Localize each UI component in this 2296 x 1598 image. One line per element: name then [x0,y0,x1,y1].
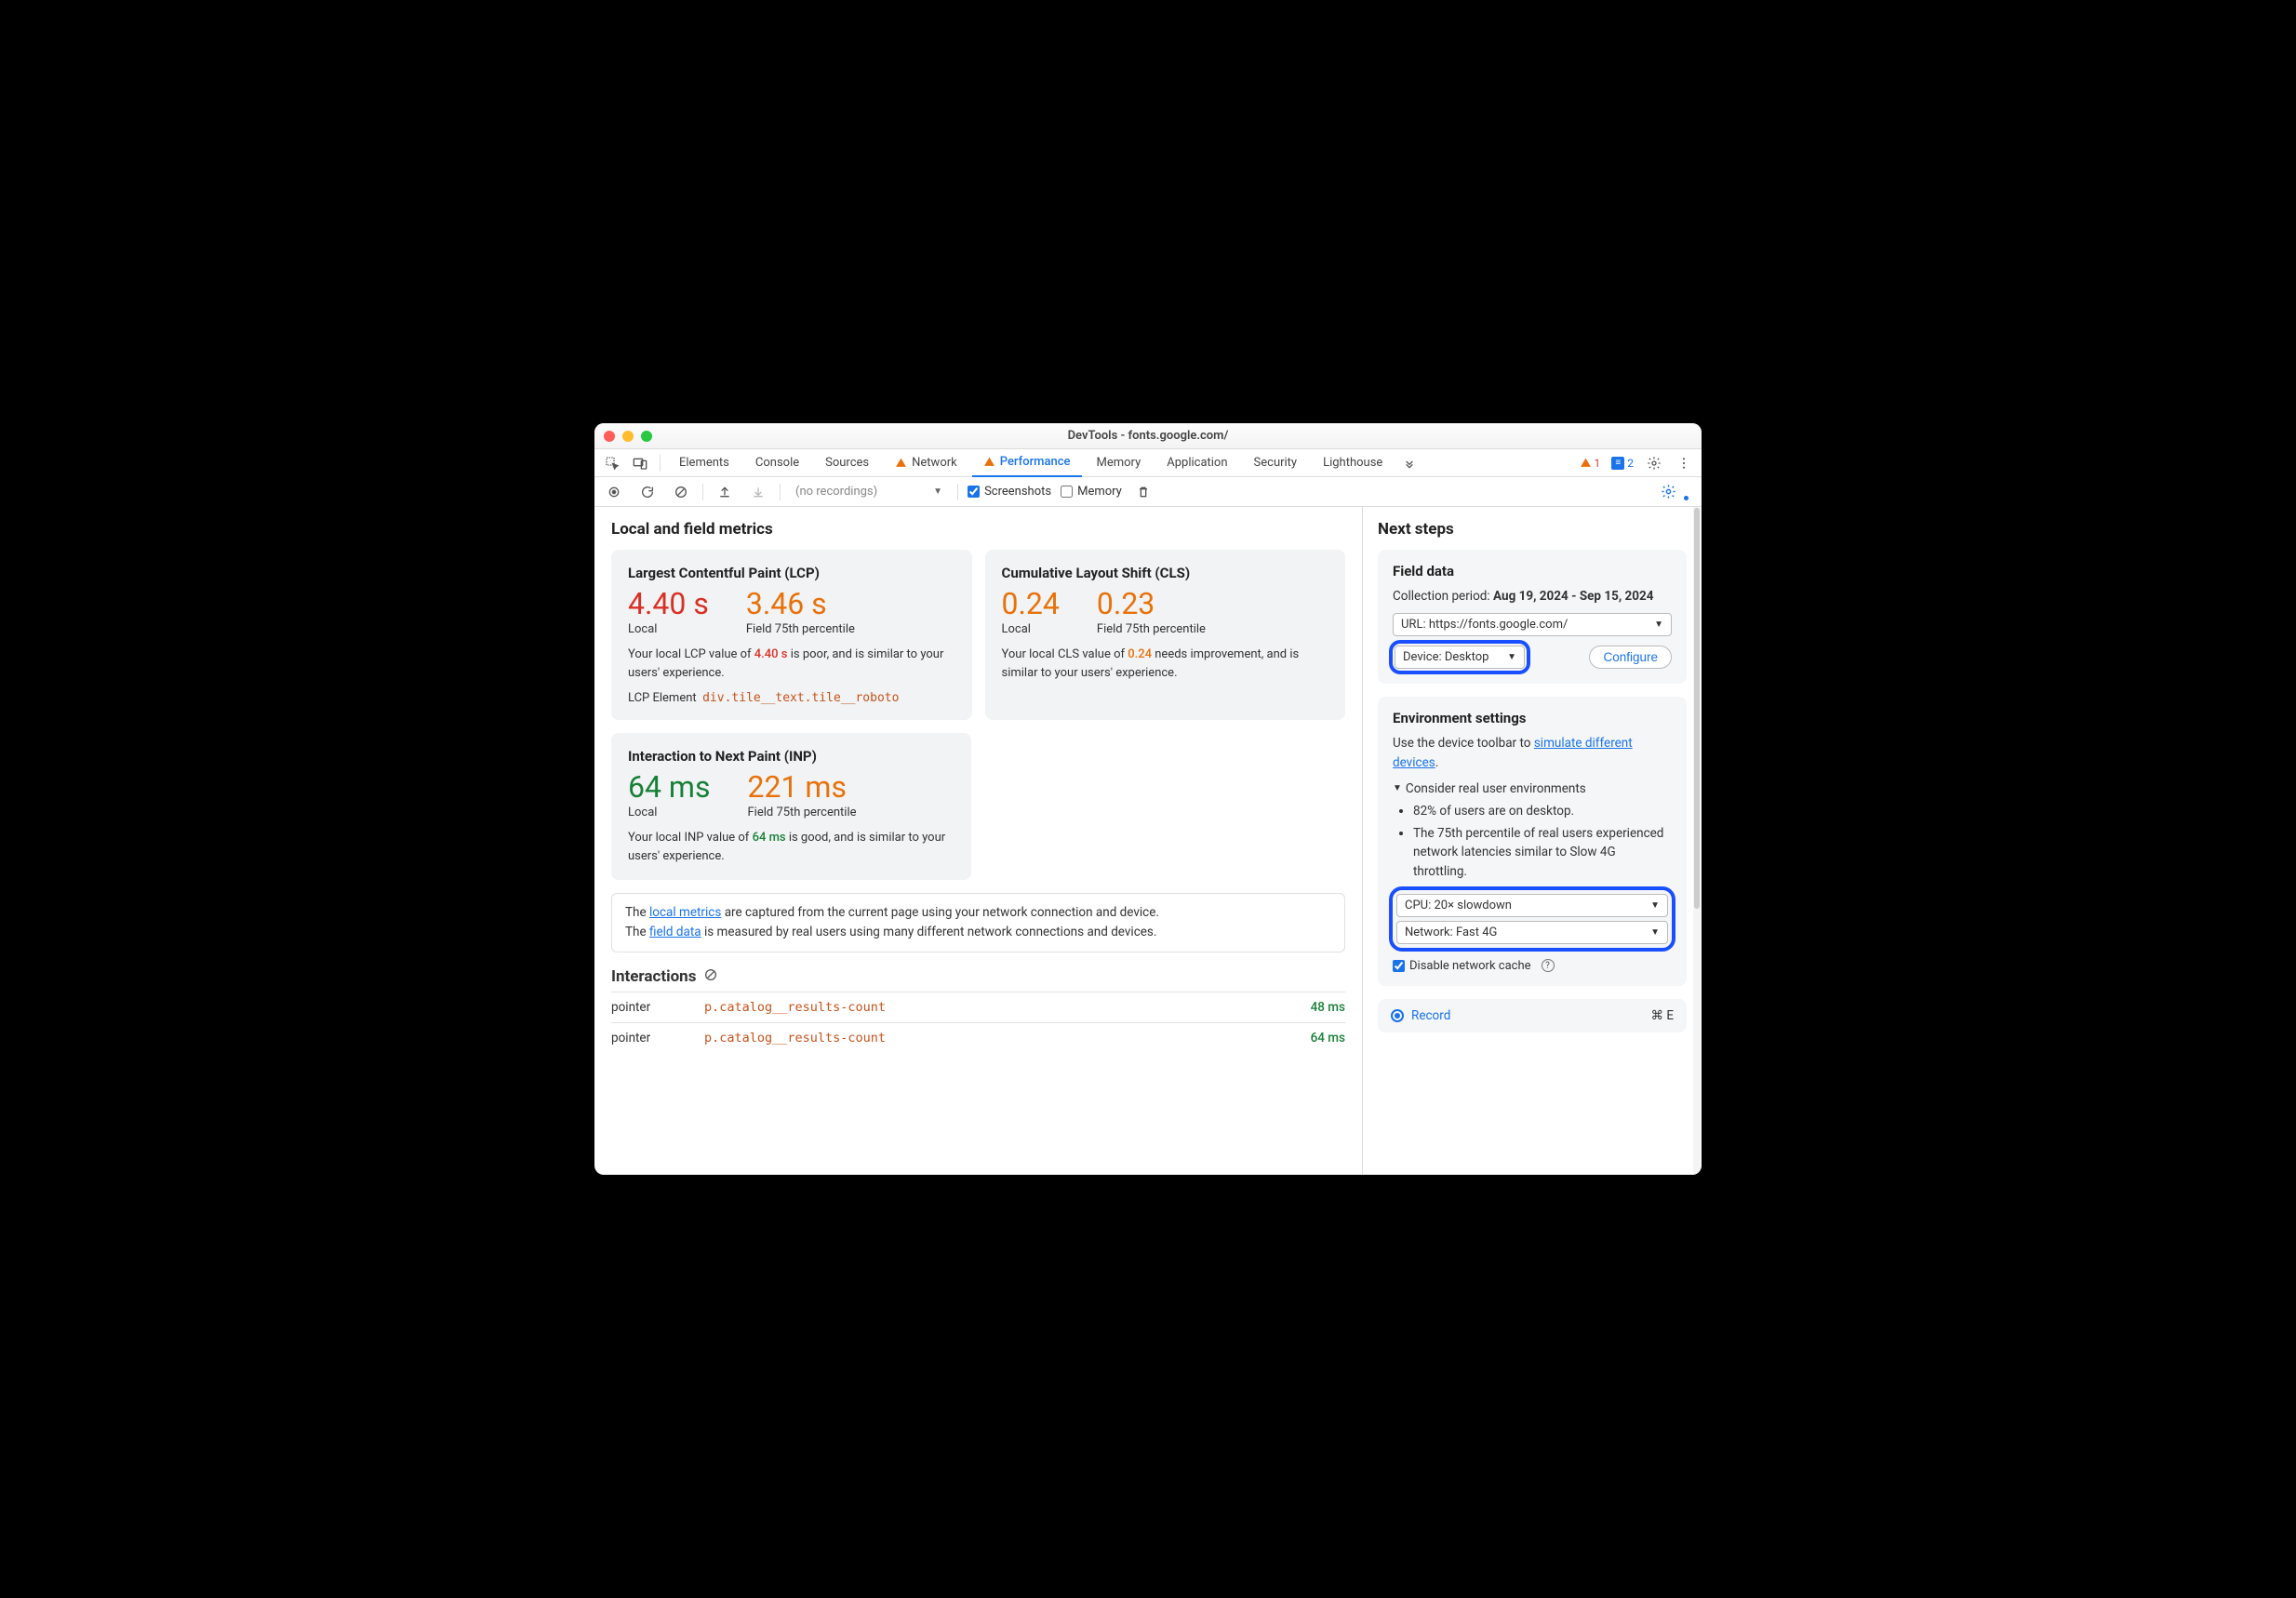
lcp-card: Largest Contentful Paint (LCP) 4.40 s Lo… [611,550,972,720]
interaction-row[interactable]: pointer p.catalog__results-count 48 ms [611,992,1345,1022]
tab-elements[interactable]: Elements [668,449,741,477]
cls-card: Cumulative Layout Shift (CLS) 0.24 Local… [985,550,1346,720]
lcp-title: Largest Contentful Paint (LCP) [628,565,955,581]
panel-tabs: Elements Console Sources Network Perform… [594,449,1702,477]
metrics-note: The local metrics are captured from the … [611,893,1345,952]
highlight-device-dropdown: Device: Desktop ▼ [1393,644,1527,671]
download-icon[interactable] [746,481,770,503]
record-button[interactable]: Record [1411,1008,1450,1023]
screenshots-checkbox[interactable]: Screenshots [968,485,1051,499]
record-icon [1391,1009,1404,1022]
field-data-card: Field data Collection period: Aug 19, 20… [1378,550,1687,684]
chevron-down-icon: ▼ [1507,652,1516,662]
cls-field-value: 0.23 [1097,589,1206,619]
settings-icon[interactable] [1642,452,1666,474]
scrollbar-thumb[interactable] [1694,508,1700,909]
chevron-down-icon: ▼ [1654,619,1663,630]
device-toolbar-icon[interactable] [628,452,652,474]
chevron-down-icon: ▼ [933,486,942,497]
consider-environments-toggle[interactable]: ▼ Consider real user environments [1393,781,1672,796]
tab-application[interactable]: Application [1155,449,1238,477]
issues-badge[interactable]: ≡ 2 [1609,456,1636,471]
inspect-element-icon[interactable] [600,452,624,474]
reload-record-icon[interactable] [635,481,660,503]
window-title: DevTools - fonts.google.com/ [594,429,1702,443]
metrics-heading: Local and field metrics [611,520,1345,539]
highlight-throttling-dropdowns: CPU: 20× slowdown ▼ Network: Fast 4G ▼ [1393,890,1672,948]
tab-network[interactable]: Network [884,449,968,477]
network-throttle-dropdown[interactable]: Network: Fast 4G ▼ [1396,921,1668,944]
device-dropdown[interactable]: Device: Desktop ▼ [1395,646,1525,669]
settings-active-dot-icon [1684,496,1689,500]
inp-field-value: 221 ms [747,772,856,802]
lcp-field-value: 3.46 s [746,589,855,619]
blocked-icon [703,967,718,986]
warning-icon [983,456,995,468]
scrollbar[interactable] [1693,507,1701,1175]
more-tabs-icon[interactable] [1397,452,1422,474]
help-icon[interactable]: ? [1542,959,1555,972]
disable-cache-checkbox[interactable]: Disable network cache ? [1393,959,1672,973]
interactions-heading: Interactions [611,967,696,986]
url-dropdown[interactable]: URL: https://fonts.google.com/ ▼ [1393,613,1672,636]
configure-button[interactable]: Configure [1589,646,1672,669]
lcp-element-row[interactable]: LCP Element div.tile__text.tile__roboto [628,691,955,705]
chevron-down-icon: ▼ [1650,927,1660,938]
inp-title: Interaction to Next Paint (INP) [628,748,954,765]
tab-performance[interactable]: Performance [972,449,1082,477]
clear-icon[interactable] [669,481,693,503]
recordings-dropdown[interactable]: (no recordings) ▼ [790,483,948,500]
inp-local-value: 64 ms [628,772,710,802]
cls-description: Your local CLS value of 0.24 needs impro… [1002,646,1329,682]
garbage-collect-icon[interactable] [1131,481,1155,503]
interaction-row[interactable]: pointer p.catalog__results-count 64 ms [611,1022,1345,1053]
performance-toolbar: (no recordings) ▼ Screenshots Memory [594,477,1702,507]
inp-card: Interaction to Next Paint (INP) 64 ms Lo… [611,733,971,880]
warnings-badge[interactable]: 1 [1577,456,1604,471]
warning-icon [895,457,907,469]
lcp-description: Your local LCP value of 4.40 s is poor, … [628,646,955,682]
metrics-panel: Local and field metrics Largest Contentf… [594,507,1362,1175]
cls-title: Cumulative Layout Shift (CLS) [1002,565,1329,581]
env-bullets: 82% of users are on desktop. The 75th pe… [1413,802,1672,881]
tab-memory[interactable]: Memory [1086,449,1153,477]
local-metrics-link[interactable]: local metrics [649,905,721,920]
chevron-down-icon: ▼ [1393,783,1402,793]
tab-lighthouse[interactable]: Lighthouse [1312,449,1394,477]
lcp-local-value: 4.40 s [628,589,709,619]
cls-local-value: 0.24 [1002,589,1060,619]
inp-description: Your local INP value of 64 ms is good, a… [628,829,954,865]
cpu-throttle-dropdown[interactable]: CPU: 20× slowdown ▼ [1396,894,1668,917]
field-data-link[interactable]: field data [649,925,701,939]
tab-security[interactable]: Security [1243,449,1309,477]
content-area: Local and field metrics Largest Contentf… [594,507,1702,1175]
devtools-window: DevTools - fonts.google.com/ Elements Co… [594,423,1702,1175]
memory-checkbox[interactable]: Memory [1061,485,1122,499]
record-icon[interactable] [602,481,626,503]
capture-settings-icon[interactable] [1656,481,1680,503]
record-shortcut: ⌘ E [1650,1008,1674,1023]
titlebar: DevTools - fonts.google.com/ [594,423,1702,449]
record-card: Record ⌘ E [1378,999,1687,1032]
tab-sources[interactable]: Sources [814,449,880,477]
kebab-menu-icon[interactable] [1672,452,1696,474]
chevron-down-icon: ▼ [1650,900,1660,911]
info-icon: ≡ [1611,457,1624,470]
environment-card: Environment settings Use the device tool… [1378,697,1687,986]
next-steps-panel: Next steps Field data Collection period:… [1362,507,1702,1175]
tab-console[interactable]: Console [744,449,810,477]
upload-icon[interactable] [713,481,737,503]
next-steps-heading: Next steps [1378,520,1687,539]
